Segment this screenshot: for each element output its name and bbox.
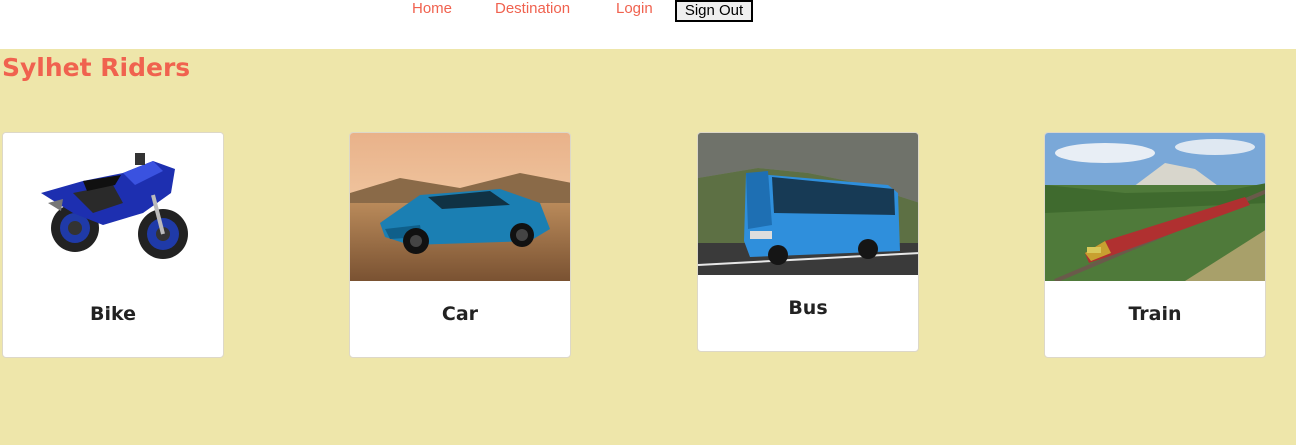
vehicle-card-train[interactable]: Train [1044,132,1266,358]
nav-destination-link[interactable]: Destination [495,0,570,18]
vehicle-card-title: Bus [788,297,828,319]
main-content: Sylhet Riders Bike Car Bus Train [0,49,1296,445]
top-nav: Home Destination Login Sign Out [0,0,1296,49]
nav-login-link[interactable]: Login [616,0,653,18]
train-image [1045,133,1265,281]
sign-out-button[interactable]: Sign Out [675,0,753,22]
vehicle-card-title: Bike [89,303,136,325]
vehicle-card-bike[interactable]: Bike [2,132,224,358]
motorcycle-image [3,133,223,283]
vehicle-card-car[interactable]: Car [349,132,571,358]
bus-image [698,133,918,275]
brand-title: Sylhet Riders [2,53,191,82]
vehicle-card-bus[interactable]: Bus [697,132,919,352]
vehicle-card-title: Car [441,303,479,325]
nav-home-link[interactable]: Home [412,0,452,18]
vehicle-card-title: Train [1128,303,1182,325]
car-image [350,133,570,281]
